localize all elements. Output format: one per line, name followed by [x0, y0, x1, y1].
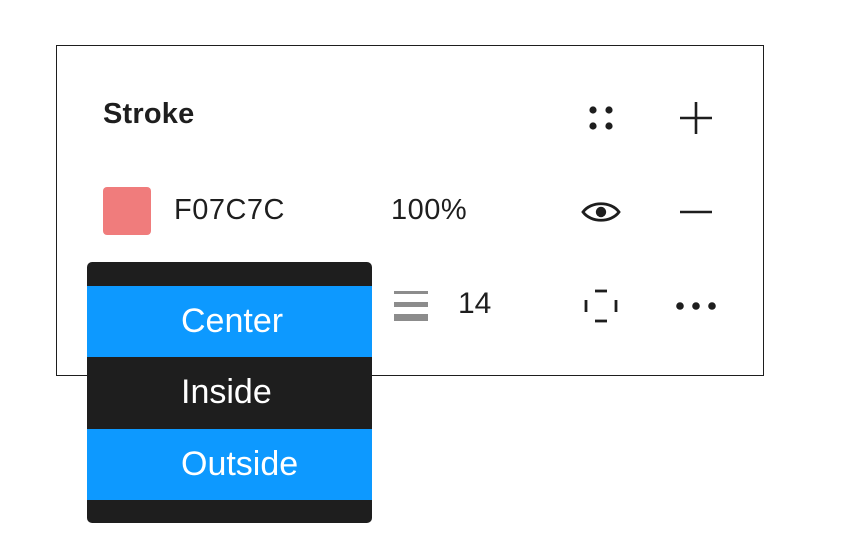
- eye-icon[interactable]: [577, 188, 625, 236]
- stroke-hex-value[interactable]: F07C7C: [174, 194, 285, 227]
- dashed-square-icon[interactable]: [577, 282, 625, 330]
- stroke-color-swatch[interactable]: [103, 187, 151, 235]
- styles-grid-icon[interactable]: [577, 94, 625, 142]
- stroke-opacity-value[interactable]: 100%: [391, 194, 467, 227]
- stroke-position-dropdown: Center Inside Outside: [87, 262, 372, 523]
- plus-icon[interactable]: [672, 94, 720, 142]
- stroke-section-title: Stroke: [103, 98, 195, 130]
- dropdown-option-center[interactable]: Center: [87, 286, 372, 357]
- stroke-weight-icon: [387, 282, 435, 330]
- more-options-icon[interactable]: [672, 282, 720, 330]
- minus-icon[interactable]: [672, 188, 720, 236]
- dropdown-option-inside[interactable]: Inside: [87, 357, 372, 428]
- dropdown-option-outside[interactable]: Outside: [87, 429, 372, 500]
- stroke-weight-value[interactable]: 14: [458, 287, 491, 321]
